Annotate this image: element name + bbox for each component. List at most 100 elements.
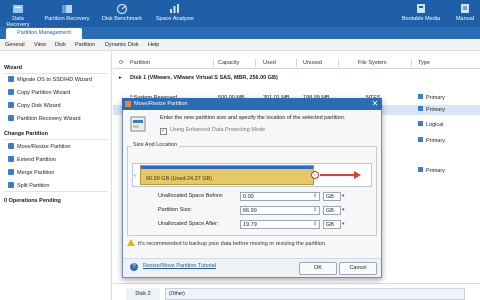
table-header: ⟳ Partition Capacity Used Unused File Sy…	[113, 57, 480, 69]
menu-dynamic-disk[interactable]: Dynamic Disk	[105, 40, 139, 51]
partition-size-input[interactable]: 66.99	[240, 206, 320, 215]
partition-recovery-icon	[62, 5, 72, 13]
col-capacity[interactable]: Capacity	[218, 57, 239, 69]
menu-general[interactable]: General	[5, 40, 25, 51]
sidebar-item-label: Copy Disk Wizard	[17, 103, 61, 109]
unallocated-before-input[interactable]: 0.00	[240, 192, 320, 201]
resize-handle-icon[interactable]: ›	[311, 171, 319, 179]
help-icon[interactable]: ?	[130, 263, 138, 271]
partition-recovery-button[interactable]: Partition Recovery	[44, 0, 90, 27]
cell-type: Logical	[418, 120, 443, 130]
close-icon[interactable]: ✕	[370, 99, 380, 109]
data-recovery-button[interactable]: Data Recovery	[0, 0, 36, 28]
col-type[interactable]: Type	[418, 57, 430, 69]
bootable-media-button[interactable]: Bootable Media	[400, 0, 442, 27]
sidebar-item-extend[interactable]: Extend Partition	[8, 155, 110, 165]
sidebar-item-label: Copy Partition Wizard	[17, 90, 71, 96]
partition-bar-label: 66.99 GB (Used:24.27 GB)	[146, 176, 213, 182]
sidebar-divider	[4, 191, 108, 192]
disk1-row[interactable]: ▸ Disk 1 (VMware, VMware Virtual S SAS, …	[113, 73, 480, 83]
sidebar-divider	[4, 139, 108, 140]
drag-arrow-icon	[320, 174, 356, 176]
col-file-system[interactable]: File System	[358, 57, 387, 69]
type-label: Primary	[426, 107, 445, 113]
disk2-label[interactable]: Disk 2	[126, 288, 160, 300]
enhanced-protect-checkbox[interactable]: ✓ Using Enhanced Data Protecting Mode	[160, 127, 265, 135]
menu-view[interactable]: View	[34, 40, 46, 51]
partition-recovery-label: Partition Recovery	[44, 16, 90, 22]
dialog-instructions: Enter the new partition size and specify…	[160, 115, 346, 121]
type-marker	[418, 106, 423, 111]
sidebar-item-migrate-os[interactable]: Migrate OS to SSD/HD Wizard	[8, 75, 110, 85]
col-partition[interactable]: Partition	[130, 57, 150, 69]
split-icon	[8, 182, 14, 188]
space-analyzer-label: Space Analyzer	[155, 16, 195, 22]
chevron-down-icon[interactable]: ▾	[342, 207, 345, 213]
unit-select[interactable]: GB	[323, 192, 341, 201]
move-resize-icon	[8, 143, 14, 149]
tutorial-link[interactable]: Resize/Move Partition Tutorial	[143, 263, 216, 269]
cell-type: Primary	[418, 166, 445, 176]
type-marker	[418, 167, 423, 172]
type-label: Logical	[426, 122, 444, 128]
partition-resize-icon	[130, 116, 146, 132]
used-space-stripe	[141, 166, 313, 169]
chevron-down-icon[interactable]: ▾	[342, 221, 345, 227]
sidebar-item-copy-partition[interactable]: Copy Partition Wizard	[8, 88, 110, 98]
unallocated-after-input[interactable]: 19.79	[240, 220, 320, 229]
cell-type: Primary	[418, 93, 445, 103]
disk-icon: ▸	[119, 75, 122, 81]
space-analyzer-button[interactable]: Space Analyzer	[152, 0, 198, 27]
checkbox-box[interactable]: ✓	[160, 128, 167, 135]
unallocated-after-label: Unallocated Space After:	[158, 221, 219, 227]
menu-bar: General View Disk Partition Dynamic Disk…	[0, 40, 480, 51]
dialog-title-bar[interactable]: Move/Resize Partition	[122, 98, 382, 110]
refresh-icon[interactable]: ⟳	[119, 57, 124, 69]
sidebar-item-label: Split Partition	[17, 183, 50, 189]
type-label: Primary	[426, 168, 445, 174]
ok-button[interactable]: OK	[299, 262, 337, 275]
dialog-title: Move/Resize Partition	[134, 101, 188, 107]
sidebar-item-split[interactable]: Split Partition	[8, 181, 110, 191]
column-divider	[411, 59, 412, 67]
disk-benchmark-button[interactable]: Disk Benchmark	[100, 0, 144, 27]
chevron-down-icon[interactable]: ▾	[342, 193, 345, 199]
column-divider	[338, 59, 339, 67]
manual-button[interactable]: Manual	[450, 0, 480, 27]
merge-icon	[8, 169, 14, 175]
unit-select[interactable]: GB	[323, 206, 341, 215]
col-unused[interactable]: Unused	[303, 57, 322, 69]
col-used[interactable]: Used	[263, 57, 276, 69]
unit-select[interactable]: GB	[323, 220, 341, 229]
menu-partition[interactable]: Partition	[75, 40, 95, 51]
spin-arrows-icon[interactable]: ⇕	[311, 206, 319, 215]
column-divider	[255, 59, 256, 67]
disk-benchmark-label: Disk Benchmark	[101, 16, 143, 22]
type-label: Primary	[426, 95, 445, 101]
backup-warning: It's recommended to backup your data bef…	[127, 239, 326, 247]
extend-icon	[8, 156, 14, 162]
disk-benchmark-icon	[116, 3, 128, 14]
warning-text: It's recommended to backup your data bef…	[138, 241, 327, 247]
column-divider	[213, 59, 214, 67]
spin-arrows-icon[interactable]: ⇕	[311, 192, 319, 201]
bootable-media-icon	[417, 4, 425, 13]
type-marker	[418, 94, 423, 99]
sidebar-item-partition-recovery[interactable]: Partition Recovery Wizard	[8, 114, 110, 124]
menu-disk[interactable]: Disk	[55, 40, 66, 51]
copy-partition-icon	[8, 89, 14, 95]
warning-icon	[127, 239, 135, 246]
cancel-button[interactable]: Cancel	[339, 262, 377, 275]
type-label: Primary	[426, 138, 445, 144]
sidebar-item-label: Migrate OS to SSD/HD Wizard	[17, 77, 92, 83]
dialog-app-icon	[125, 101, 131, 107]
sidebar-item-move-resize[interactable]: Move/Resize Partition	[8, 142, 110, 152]
menu-help[interactable]: Help	[148, 40, 159, 51]
copy-disk-icon	[8, 102, 14, 108]
sidebar-item-merge[interactable]: Merge Partition	[8, 168, 110, 178]
sidebar-change-title: Change Partition	[4, 131, 49, 137]
spin-arrows-icon[interactable]: ⇕	[311, 220, 319, 229]
tab-partition-management[interactable]: Partition Management	[6, 28, 82, 39]
sidebar-item-copy-disk[interactable]: Copy Disk Wizard	[8, 101, 110, 111]
disk2-partition-block[interactable]: (Other)	[165, 288, 465, 300]
